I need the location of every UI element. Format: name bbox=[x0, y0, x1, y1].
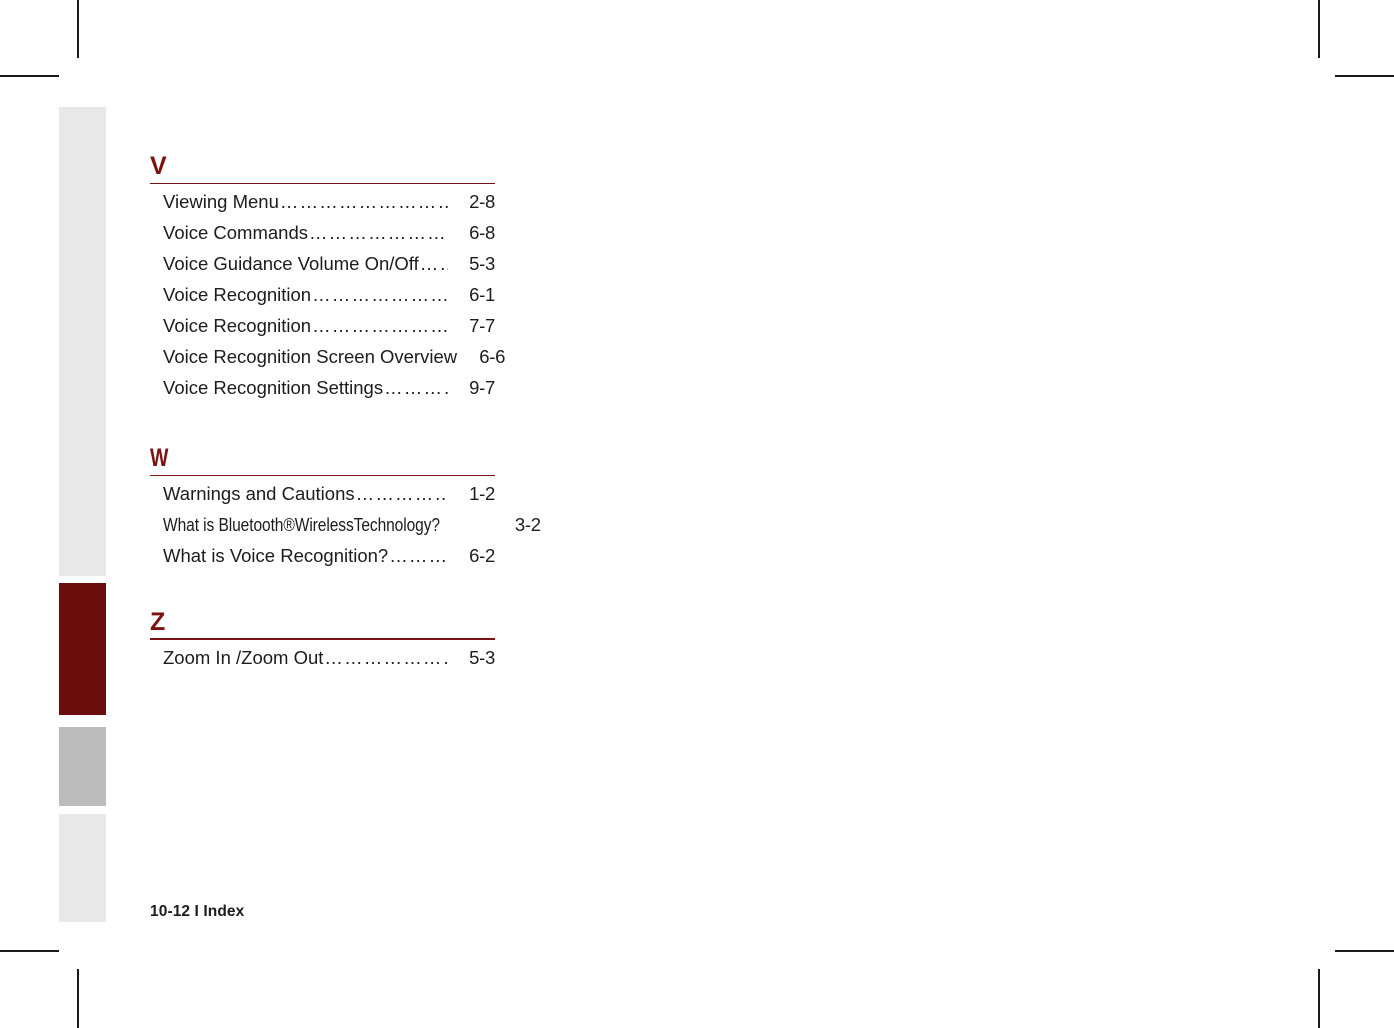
index-entry[interactable]: Viewing Menu…………………………………… 2-8 bbox=[163, 191, 495, 222]
index-section-w: W Warnings and Cautions……………………… 1-2 What i… bbox=[150, 442, 541, 576]
section-letter: W bbox=[150, 444, 169, 472]
index-entry-page-number: 6-8 bbox=[469, 222, 495, 243]
index-entry[interactable]: Voice Recognition Settings…………………… 9-7 bbox=[163, 377, 495, 408]
section-heading: V bbox=[150, 150, 495, 184]
index-entry[interactable]: What is Voice Recognition?…………… 6-2 bbox=[163, 545, 495, 576]
crop-mark-top-right-horizontal bbox=[1335, 75, 1394, 77]
index-entry-leader-dots: …………………… bbox=[384, 377, 448, 398]
tab-mid-gray bbox=[59, 727, 106, 806]
index-entry[interactable]: Voice Recognition Screen Overview…6-6 bbox=[163, 346, 505, 377]
index-entry-leader-dots: ……………………… bbox=[355, 483, 448, 504]
index-entry-page-number: 5-3 bbox=[469, 647, 495, 668]
index-entry[interactable]: Warnings and Cautions……………………… 1-2 bbox=[163, 483, 495, 514]
index-entry-page-number: 6-2 bbox=[469, 545, 495, 566]
crop-mark-top-left-vertical bbox=[77, 0, 79, 58]
index-entry-page-number: 5-3 bbox=[469, 253, 495, 274]
index-entry-title: Viewing Menu bbox=[163, 191, 279, 212]
crop-mark-bottom-left-horizontal bbox=[0, 950, 59, 952]
index-entry-page-number: 3-2 bbox=[514, 514, 541, 535]
index-entry-title: Voice Recognition Settings bbox=[163, 377, 384, 398]
index-entry-leader-dots: …………………………………… bbox=[312, 315, 448, 336]
index-entry[interactable]: Zoom In /Zoom Out…………………………… 5-3 bbox=[163, 647, 495, 678]
index-entry-title: Voice Commands bbox=[163, 222, 308, 243]
index-entry-page-number: 6-6 bbox=[479, 346, 506, 367]
index-entry-title: Zoom In /Zoom Out bbox=[163, 647, 324, 668]
tab-upper-light bbox=[59, 107, 106, 576]
index-entry[interactable]: Voice Recognition…………………………………… 6-1 bbox=[163, 284, 495, 315]
crop-mark-bottom-right-horizontal bbox=[1335, 950, 1394, 952]
index-entry-page-number: 2-8 bbox=[469, 191, 495, 212]
crop-mark-top-left-horizontal bbox=[0, 75, 59, 77]
index-entry-leader-dots: …………………………………… bbox=[279, 191, 448, 212]
index-entry[interactable]: Voice Recognition…………………………………… 7-7 bbox=[163, 315, 495, 346]
section-divider bbox=[150, 182, 495, 184]
tab-lower-light bbox=[59, 814, 106, 922]
section-heading: W bbox=[150, 442, 495, 476]
page-footer: 10-12 I Index bbox=[150, 903, 245, 920]
index-section-z: Z Zoom In /Zoom Out…………………………… 5-3 bbox=[150, 606, 495, 678]
index-entry-leader-dots: …………………………………… bbox=[312, 284, 448, 305]
index-entry-title: What is Bluetooth®WirelessTechnology? bbox=[163, 514, 440, 535]
index-entry-page-number: 1-2 bbox=[469, 483, 495, 504]
index-entry[interactable]: Voice Commands…………………………………… 6-8 bbox=[163, 222, 495, 253]
index-page-content: VViewing Menu……………………………………2-8Voice Comm… bbox=[150, 150, 541, 678]
index-entry-list: Viewing Menu……………………………………2-8Voice Comma… bbox=[150, 184, 505, 408]
crop-mark-bottom-left-vertical bbox=[77, 969, 79, 1028]
section-divider bbox=[150, 474, 495, 476]
index-entry-title: Warnings and Cautions bbox=[163, 483, 355, 504]
crop-mark-top-right-vertical bbox=[1318, 0, 1320, 58]
index-entry-title: Voice Guidance Volume On/Off bbox=[163, 253, 419, 274]
index-entry-title: Voice Recognition bbox=[163, 284, 312, 305]
index-entry-title: What is Voice Recognition? bbox=[163, 545, 389, 566]
index-entry-page-number: 7-7 bbox=[469, 315, 495, 336]
index-entry-page-number: 6-1 bbox=[469, 284, 495, 305]
index-entry[interactable]: What is Bluetooth®WirelessTechnology?…3-… bbox=[163, 514, 541, 545]
crop-mark-bottom-right-vertical bbox=[1318, 969, 1320, 1028]
index-section-v: VViewing Menu……………………………………2-8Voice Comm… bbox=[150, 150, 505, 408]
index-entry-title: Voice Recognition Screen Overview bbox=[163, 346, 458, 367]
tab-active-red bbox=[59, 583, 106, 715]
index-entry-leader-dots: …………………………………… bbox=[308, 222, 448, 243]
index-entry-list: Warnings and Cautions……………………… 1-2 What is… bbox=[150, 476, 541, 576]
index-entry-page-number: 9-7 bbox=[469, 377, 495, 398]
section-letter: V bbox=[150, 152, 167, 180]
index-entry-title: Voice Recognition bbox=[163, 315, 312, 336]
section-heading: Z bbox=[150, 606, 495, 640]
index-entry-leader-dots: …………… bbox=[389, 545, 448, 566]
thumb-index-rail bbox=[59, 107, 106, 922]
index-entry-leader-dots: …………………………… bbox=[324, 647, 448, 668]
section-letter: Z bbox=[150, 608, 166, 636]
section-divider bbox=[150, 637, 495, 640]
index-entry[interactable]: Voice Guidance Volume On/Off……………… 5-3 bbox=[163, 253, 495, 284]
index-entry-list: Zoom In /Zoom Out…………………………… 5-3 bbox=[150, 640, 495, 678]
index-entry-leader-dots: ……………… bbox=[419, 253, 448, 274]
